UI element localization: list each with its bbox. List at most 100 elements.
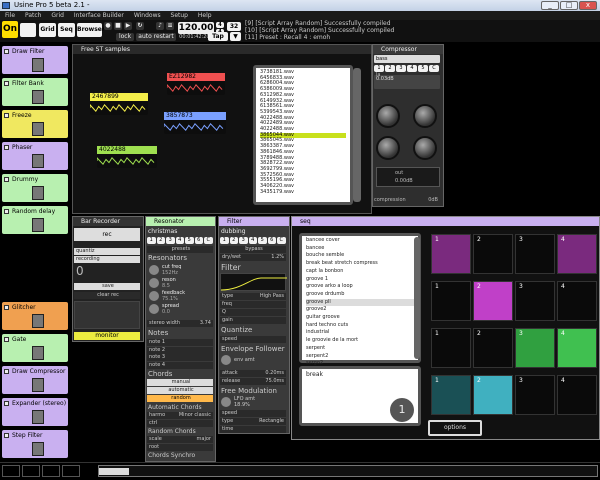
- compressor-preset-slot[interactable]: 3: [396, 65, 406, 72]
- sidebar-item[interactable]: Gate: [2, 334, 68, 362]
- auto-restart-button[interactable]: auto restart: [136, 33, 176, 41]
- mode-automatic[interactable]: automatic: [147, 387, 213, 394]
- scene-pad[interactable]: 3: [515, 234, 555, 274]
- sig-top[interactable]: 4: [216, 22, 224, 28]
- song-list-item[interactable]: groove arko a loop: [306, 283, 414, 291]
- song-list-item[interactable]: groove2: [306, 306, 414, 314]
- browser-button[interactable]: Browser: [77, 23, 105, 37]
- scene-pad[interactable]: 4: [557, 375, 597, 415]
- metronome-icon[interactable]: ♪: [156, 22, 164, 30]
- ctrl-row[interactable]: ctrl: [147, 420, 213, 427]
- harmo-row[interactable]: harmo Minor classic: [147, 412, 213, 419]
- resonator-preset-slot[interactable]: 4: [175, 237, 184, 244]
- filter-q-row[interactable]: Q: [220, 309, 286, 316]
- scene-pad[interactable]: 1: [431, 328, 471, 368]
- compressor-value[interactable]: 0.03dB: [374, 75, 440, 89]
- compressor-out-meter[interactable]: out 0.00dB: [376, 167, 440, 187]
- checkbox-icon[interactable]: [4, 433, 9, 438]
- song-list-item[interactable]: capt la bonbon: [306, 268, 414, 276]
- record-icon[interactable]: ●: [104, 22, 112, 30]
- resonator-knob[interactable]: [149, 278, 159, 288]
- sample-waveform[interactable]: 3857873: [163, 112, 226, 134]
- scale-row[interactable]: scale major: [147, 436, 213, 443]
- grid-button[interactable]: Grid: [39, 23, 56, 37]
- maximize-button[interactable]: □: [560, 1, 578, 10]
- on-button[interactable]: On: [2, 21, 18, 38]
- rec-button[interactable]: rec: [74, 228, 140, 241]
- filter-preset-slot[interactable]: 3: [239, 237, 248, 244]
- mode-manual[interactable]: manual: [147, 379, 213, 386]
- song-list-item[interactable]: serpent: [306, 345, 414, 353]
- sample-waveform[interactable]: 2467899: [89, 93, 148, 115]
- compressor-preset-slot[interactable]: 1: [374, 65, 384, 72]
- filter-preset-slot[interactable]: 1: [220, 237, 229, 244]
- scene-pad[interactable]: 2: [473, 375, 513, 415]
- quantiz-row[interactable]: quantiz: [74, 248, 140, 255]
- resonator-preset-slot[interactable]: C: [204, 237, 213, 244]
- stop-icon[interactable]: ■: [114, 22, 122, 30]
- seq-button[interactable]: Seq: [58, 23, 75, 37]
- menu-windows[interactable]: Windows: [134, 12, 161, 19]
- note-row[interactable]: note 4: [147, 361, 213, 369]
- mode-random[interactable]: random: [147, 395, 213, 402]
- song-list-item[interactable]: guitar groove: [306, 314, 414, 322]
- clear-rec-button[interactable]: clear rec: [74, 292, 140, 299]
- filter-preset-slot[interactable]: C: [277, 237, 286, 244]
- song-list-item[interactable]: industrial: [306, 329, 414, 337]
- checkbox-icon[interactable]: [4, 337, 9, 342]
- checkbox-icon[interactable]: [4, 209, 9, 214]
- compressor-knob-2[interactable]: [413, 104, 437, 128]
- sidebar-item[interactable]: Glitcher: [2, 302, 68, 330]
- options-button[interactable]: options: [428, 420, 482, 436]
- menu-grid[interactable]: Grid: [51, 12, 64, 19]
- song-list-item[interactable]: groove drdumb: [306, 291, 414, 299]
- menu-file[interactable]: File: [5, 12, 15, 19]
- scene-pad[interactable]: 1: [431, 234, 471, 274]
- sidebar-item[interactable]: Phaser: [2, 142, 68, 170]
- song-list-item[interactable]: groove pll: [306, 298, 414, 307]
- lfo-amt-knob[interactable]: [221, 397, 231, 407]
- filter-curve[interactable]: [220, 273, 287, 291]
- scene-pad[interactable]: 3: [515, 281, 555, 321]
- resonator-preset-slot[interactable]: 2: [156, 237, 165, 244]
- checkbox-icon[interactable]: [4, 113, 9, 118]
- minimize-button[interactable]: _: [541, 1, 559, 10]
- timeline-position[interactable]: [99, 468, 129, 475]
- menu-interface-builder[interactable]: Interface Builder: [74, 12, 124, 19]
- sidebar-item[interactable]: Drummy: [2, 174, 68, 202]
- checkbox-icon[interactable]: [4, 401, 9, 406]
- sync-icon[interactable]: ≡: [166, 22, 174, 30]
- recording-row[interactable]: recording: [74, 256, 140, 263]
- compressor-knob-4[interactable]: [413, 136, 437, 160]
- note-row[interactable]: note 1: [147, 339, 213, 346]
- compressor-preset-slot[interactable]: 4: [407, 65, 417, 72]
- sidebar-item[interactable]: Draw Compressor: [2, 366, 68, 394]
- timeline-cell[interactable]: [42, 465, 60, 477]
- scene-pad[interactable]: 1: [431, 281, 471, 321]
- checkbox-icon[interactable]: [4, 81, 9, 86]
- checkbox-icon[interactable]: [4, 177, 9, 182]
- filter-speed-row[interactable]: speed: [220, 336, 286, 343]
- song-list-item[interactable]: serpent2: [306, 353, 414, 361]
- release-row[interactable]: release 75.0ms: [220, 378, 286, 385]
- resonator-preset[interactable]: christmas: [148, 228, 177, 235]
- menu-help[interactable]: Help: [198, 12, 212, 19]
- fm-time-row[interactable]: time: [220, 426, 286, 433]
- menu-patch[interactable]: Patch: [25, 12, 41, 19]
- scene-pad[interactable]: 2: [473, 234, 513, 274]
- note-row[interactable]: note 2: [147, 346, 213, 354]
- compressor-preset-slot[interactable]: C: [429, 65, 439, 72]
- sidebar-item[interactable]: Draw Filter: [2, 46, 68, 74]
- resonator-preset-slot[interactable]: 1: [147, 237, 156, 244]
- filter-gain-row[interactable]: gain: [220, 317, 286, 324]
- scene-pad[interactable]: 2: [473, 328, 513, 368]
- filter-preset-slot[interactable]: 6: [267, 237, 276, 244]
- resonator-knob[interactable]: [149, 265, 159, 275]
- sidebar-item[interactable]: Expander (stereo): [2, 398, 68, 426]
- timeline-cell[interactable]: [22, 465, 40, 477]
- sample-waveform[interactable]: EZ12982: [166, 73, 225, 95]
- sidebar-item[interactable]: Filter Bank: [2, 78, 68, 106]
- checkbox-icon[interactable]: [4, 305, 9, 310]
- attack-row[interactable]: attack 0.20ms: [220, 370, 286, 377]
- timeline-cell[interactable]: [62, 465, 80, 477]
